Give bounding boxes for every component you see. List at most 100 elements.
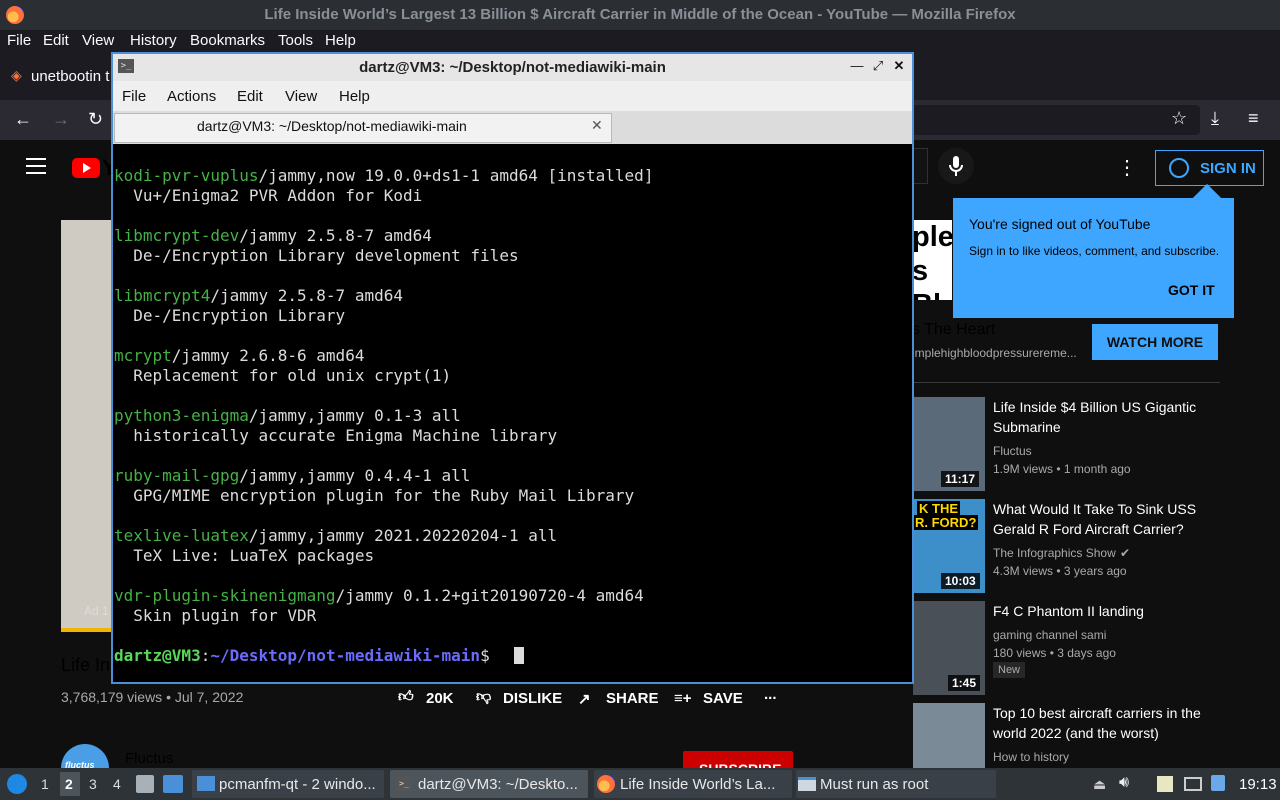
menu-tools[interactable]: Tools (278, 32, 313, 49)
back-icon[interactable]: ← (14, 109, 32, 130)
ad-url: implehighbloodpressureremе... (912, 346, 1077, 360)
suggestion-title[interactable]: What Would It Take To Sink USS Gerald R … (993, 499, 1213, 539)
package-info: /jammy,jammy 0.1-3 all (248, 406, 461, 425)
prompt-symbol: $ (480, 646, 500, 665)
package-desc: Skin plugin for VDR (114, 606, 317, 625)
workspace-1[interactable]: 1 (41, 776, 49, 792)
terminal-task-icon: >_ (396, 776, 412, 791)
prompt-separator: : (200, 646, 211, 665)
package-name: libmcrypt4 (114, 286, 211, 305)
watch-more-button[interactable]: WATCH MORE (1092, 324, 1218, 360)
minimize-icon[interactable]: — (850, 58, 864, 74)
term-menu-file[interactable]: File (122, 88, 146, 105)
clipboard-icon[interactable] (1157, 776, 1173, 792)
term-menu-help[interactable]: Help (339, 88, 370, 105)
more-actions-icon[interactable]: ... (764, 686, 777, 703)
package-info: /jammy,jammy 0.4.4-1 all (239, 466, 471, 485)
share-button[interactable]: SHARE (606, 690, 659, 707)
dislike-button[interactable]: DISLIKE (503, 690, 562, 707)
share-icon[interactable]: ↗ (578, 690, 591, 708)
package-desc: Replacement for old unix crypt(1) (114, 366, 452, 385)
output-line: vdr-plugin-skinenigmang/jammy 0.1.2+git2… (114, 586, 644, 606)
verified-icon: ✔ (1120, 546, 1131, 560)
got-it-button[interactable]: GOT IT (1168, 282, 1215, 298)
ad-progress-bar (61, 628, 117, 632)
screen-icon[interactable] (1184, 777, 1202, 791)
tab-close-icon[interactable]: ✕ (591, 117, 603, 134)
start-menu-icon[interactable] (7, 774, 27, 794)
view-count: 3,768,179 views • Jul 7, 2022 (61, 689, 244, 705)
sign-in-button[interactable]: SIGN IN (1155, 150, 1264, 186)
suggestion-thumbnail[interactable] (913, 703, 985, 768)
clock[interactable]: 19:13 (1239, 776, 1277, 793)
menu-bookmarks[interactable]: Bookmarks (190, 32, 265, 49)
settings-kebab-icon[interactable]: ⋮ (1117, 155, 1137, 180)
package-desc: De-/Encryption Library development files (114, 246, 519, 265)
shell-prompt: dartz@VM3:~/Desktop/not-mediawiki-main$ (114, 646, 499, 666)
task-label: dartz@VM3: ~/Deskto... (418, 776, 578, 793)
terminal-cursor (514, 647, 524, 664)
volume-icon[interactable]: 🔊︎ (1119, 774, 1129, 792)
hamburger-menu-icon[interactable] (26, 158, 46, 176)
suggestion-title[interactable]: Top 10 best aircraft carriers in the wor… (993, 703, 1213, 743)
menu-history[interactable]: History (130, 32, 177, 49)
suggestion-title[interactable]: Life Inside $4 Billion US Gigantic Subma… (993, 397, 1213, 437)
ad-badge: Ad 1 (84, 604, 109, 618)
package-desc: Vu+/Enigma2 PVR Addon for Kodi (114, 186, 423, 205)
workspace-3[interactable]: 3 (89, 776, 97, 792)
video-duration: 10:03 (941, 573, 980, 589)
term-menu-view[interactable]: View (285, 88, 317, 105)
file-manager-launcher-icon[interactable] (163, 775, 183, 793)
workspace-2[interactable]: 2 (65, 776, 73, 792)
tab-unetbootin[interactable]: unetbootin t (31, 68, 109, 85)
package-desc: TeX Live: LuaTeX packages (114, 546, 375, 565)
package-name: texlive-luatex (114, 526, 249, 545)
task-label: pcmanfm-qt - 2 windo... (219, 776, 376, 793)
tray-eject-icon[interactable]: ⏏ (1093, 776, 1106, 793)
package-info: /jammy,now 19.0.0+ds1-1 amd64 [installed… (258, 166, 654, 185)
video-duration: 11:17 (941, 471, 980, 487)
dislike-icon[interactable]: 👎︎ (476, 688, 491, 706)
channel-name[interactable]: Fluctus (125, 750, 173, 767)
menu-help[interactable]: Help (325, 32, 356, 49)
search-button[interactable] (912, 148, 928, 184)
suggestion-title[interactable]: F4 C Phantom II landing (993, 601, 1213, 621)
tab-favicon-icon: ◈ (11, 67, 22, 83)
close-icon[interactable]: ✕ (892, 58, 906, 74)
package-info: /jammy,jammy 2021.20220204-1 all (248, 526, 558, 545)
package-desc: De-/Encryption Library (114, 306, 346, 325)
menu-file[interactable]: File (7, 32, 31, 49)
like-icon[interactable]: 👍︎ (398, 688, 414, 706)
ad-thumb-line2: s Bl (912, 255, 941, 300)
ad-thumbnail[interactable]: ple s Bl (912, 220, 952, 300)
maximize-icon[interactable]: ⤢ (871, 58, 885, 74)
package-name: python3-enigma (114, 406, 249, 425)
package-name: libmcrypt-dev (114, 226, 240, 245)
suggestion-channel: gaming channel sami (993, 628, 1107, 642)
workspace-4[interactable]: 4 (113, 776, 121, 792)
like-count[interactable]: 20K (426, 690, 454, 707)
menu-edit[interactable]: Edit (43, 32, 69, 49)
ad-headline[interactable]: s The Heart (912, 321, 995, 339)
term-menu-actions[interactable]: Actions (167, 88, 216, 105)
show-desktop-icon[interactable] (136, 775, 154, 793)
forward-icon[interactable]: → (52, 109, 70, 130)
prompt-path: ~/Desktop/not-mediawiki-main (210, 646, 481, 665)
bookmark-star-icon[interactable]: ☆ (1171, 108, 1187, 129)
suggestion-channel: The Infographics Show (993, 546, 1116, 560)
package-desc: GPG/MIME encryption plugin for the Ruby … (114, 486, 635, 505)
terminal-menubar (113, 81, 912, 111)
youtube-logo-icon[interactable] (72, 158, 100, 178)
downloads-icon[interactable]: ⤓ (1211, 108, 1219, 129)
save-button[interactable]: SAVE (703, 690, 743, 707)
video-player[interactable] (61, 220, 117, 632)
app-menu-icon[interactable]: ≡ (1248, 108, 1259, 129)
menu-view[interactable]: View (82, 32, 114, 49)
reload-icon[interactable]: ↻ (88, 109, 103, 130)
package-name: mcrypt (114, 346, 172, 365)
term-menu-edit[interactable]: Edit (237, 88, 263, 105)
package-info: /jammy 2.5.8-7 amd64 (210, 286, 403, 305)
save-playlist-icon[interactable]: ≡+ (674, 690, 692, 707)
network-icon[interactable] (1211, 775, 1225, 791)
window-title: Life Inside World’s Largest 13 Billion $… (0, 0, 1280, 30)
